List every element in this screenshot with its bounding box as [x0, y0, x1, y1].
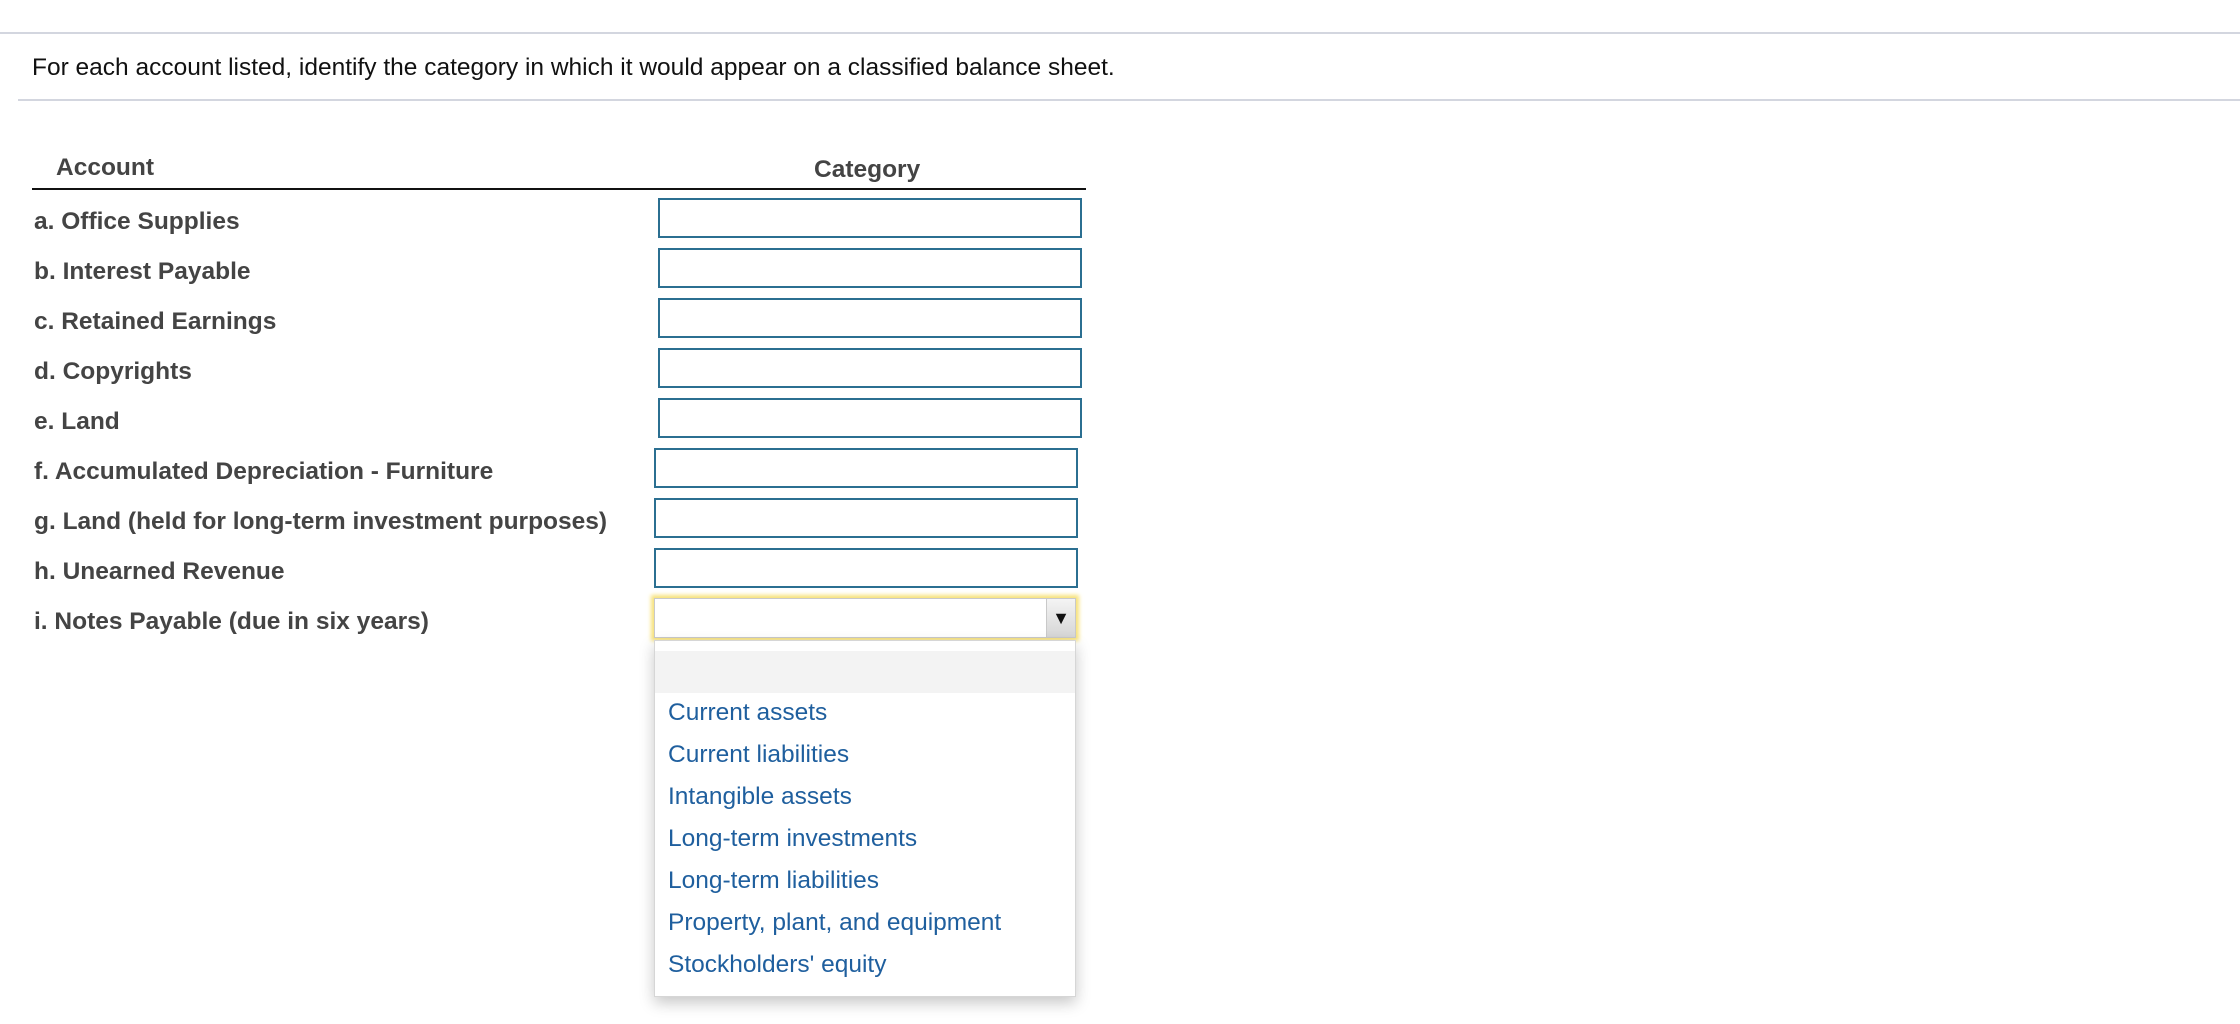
category-input-b[interactable] — [658, 248, 1082, 288]
category-input-c[interactable] — [658, 298, 1082, 338]
table-row: f. Accumulated Depreciation - Furniture — [32, 448, 1086, 498]
category-input-f[interactable] — [654, 448, 1078, 488]
account-label: i. Notes Payable (due in six years) — [34, 608, 429, 635]
table-row: d. Copyrights — [32, 348, 1086, 398]
account-label: g. Land (held for long-term investment p… — [34, 508, 608, 535]
table-row: a. Office Supplies — [32, 198, 1086, 248]
dropdown-option[interactable]: Long-term investments — [668, 825, 917, 853]
instruction-divider — [18, 99, 2240, 101]
category-select-i[interactable]: ▼ — [654, 598, 1076, 638]
dropdown-arrow-icon[interactable]: ▼ — [1046, 599, 1075, 637]
dropdown-option[interactable]: Intangible assets — [668, 783, 852, 811]
dropdown-option[interactable]: Long-term liabilities — [668, 867, 879, 895]
account-label: c. Retained Earnings — [34, 308, 277, 335]
account-label: h. Unearned Revenue — [34, 558, 285, 585]
table-row: b. Interest Payable — [32, 248, 1086, 298]
account-label: d. Copyrights — [34, 358, 192, 385]
category-input-h[interactable] — [654, 548, 1078, 588]
account-label: f. Accumulated Depreciation - Furniture — [34, 458, 494, 485]
table-row: h. Unearned Revenue — [32, 548, 1086, 598]
dropdown-option[interactable]: Current assets — [668, 699, 827, 727]
column-header-account: Account — [56, 154, 154, 181]
dropdown-option[interactable]: Stockholders' equity — [668, 951, 887, 979]
account-label: b. Interest Payable — [34, 258, 251, 285]
category-input-g[interactable] — [654, 498, 1078, 538]
category-dropdown-list: Current assets Current liabilities Intan… — [654, 640, 1076, 997]
category-input-e[interactable] — [658, 398, 1082, 438]
account-label: e. Land — [34, 408, 120, 435]
dropdown-option-blank[interactable] — [655, 651, 1075, 693]
table-row: c. Retained Earnings — [32, 298, 1086, 348]
instruction-text: For each account listed, identify the ca… — [32, 54, 1115, 81]
dropdown-option[interactable]: Current liabilities — [668, 741, 849, 769]
table-row: g. Land (held for long-term investment p… — [32, 498, 1086, 548]
header-divider — [32, 188, 1086, 190]
category-input-a[interactable] — [658, 198, 1082, 238]
column-header-category: Category — [814, 156, 921, 183]
top-divider — [0, 32, 2240, 34]
account-label: a. Office Supplies — [34, 208, 240, 235]
category-input-d[interactable] — [658, 348, 1082, 388]
dropdown-option[interactable]: Property, plant, and equipment — [668, 909, 1001, 937]
table-row: e. Land — [32, 398, 1086, 448]
